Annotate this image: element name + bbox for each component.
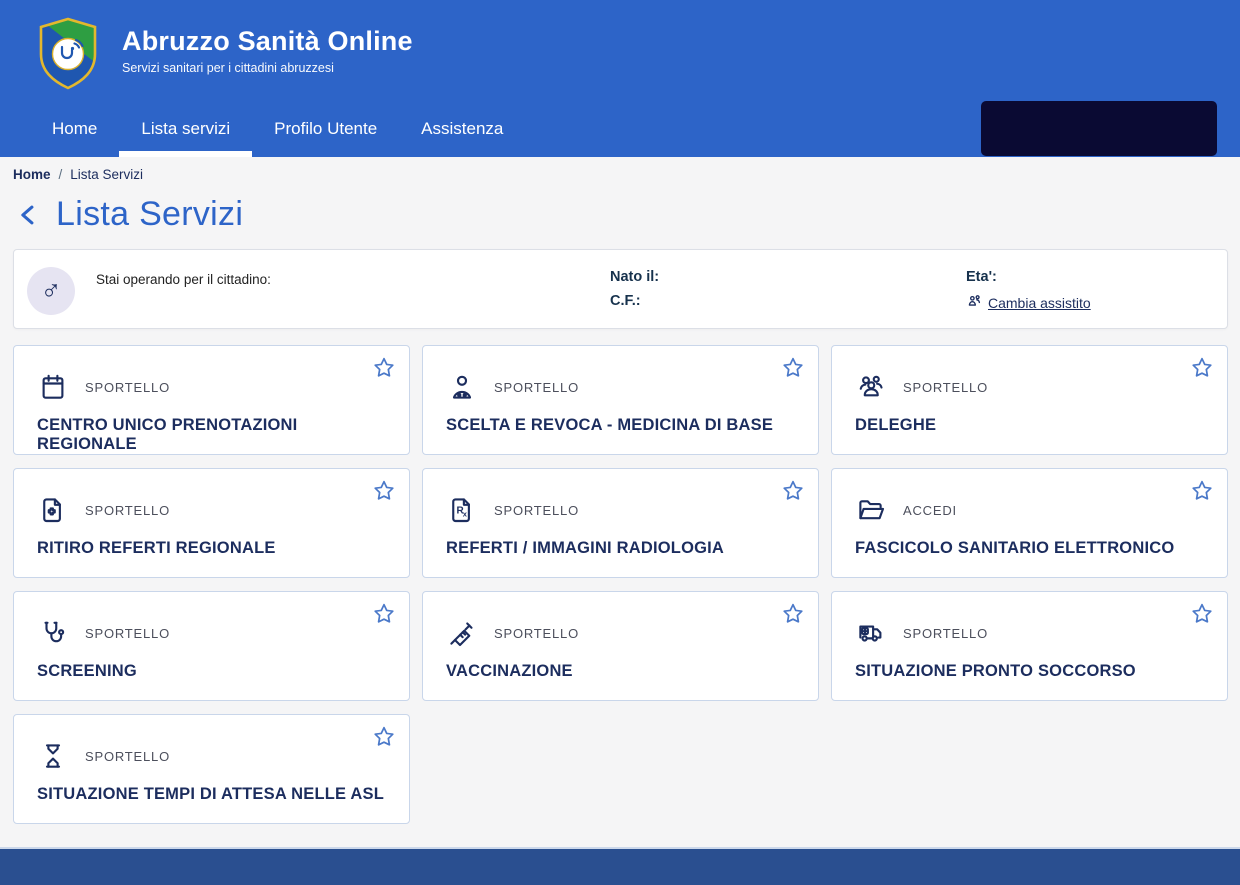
breadcrumb-home-link[interactable]: Home	[13, 167, 51, 182]
service-card-cup-regionale[interactable]: SPORTELLO CENTRO UNICO PRENOTAZIONI REGI…	[13, 345, 410, 455]
service-tag: SPORTELLO	[903, 626, 988, 641]
fiscal-code-label: C.F.:	[610, 293, 966, 309]
breadcrumb: Home / Lista Servizi	[13, 167, 1228, 182]
nav-item-home[interactable]: Home	[30, 100, 119, 157]
people-switch-icon	[966, 293, 983, 313]
page-title-row: Lista Servizi	[13, 195, 1228, 234]
service-title: SCELTA E REVOCA - MEDICINA DI BASE	[446, 416, 795, 435]
favorite-star-icon[interactable]	[369, 476, 399, 506]
operating-for-label: Stai operando per il cittadino:	[96, 272, 610, 287]
male-gender-icon: ♂	[41, 277, 62, 305]
service-title: SITUAZIONE TEMPI DI ATTESA NELLE ASL	[37, 785, 386, 804]
nav-item-lista-servizi[interactable]: Lista servizi	[119, 100, 252, 157]
born-on-label: Nato il:	[610, 269, 966, 285]
service-tag: SPORTELLO	[85, 380, 170, 395]
citizen-birth-cf-column: Nato il: C.F.:	[610, 269, 966, 309]
service-card-ritiro-referti[interactable]: SPORTELLO RITIRO REFERTI REGIONALE	[13, 468, 410, 578]
user-account-chip[interactable]	[981, 101, 1217, 156]
favorite-star-icon[interactable]	[1187, 353, 1217, 383]
service-card-tempi-attesa[interactable]: SPORTELLO SITUAZIONE TEMPI DI ATTESA NEL…	[13, 714, 410, 824]
service-title: FASCICOLO SANITARIO ELETTRONICO	[855, 539, 1204, 558]
hourglass-icon	[37, 740, 69, 772]
service-tag: SPORTELLO	[494, 626, 579, 641]
service-title: CENTRO UNICO PRENOTAZIONI REGIONALE	[37, 416, 386, 454]
favorite-star-icon[interactable]	[369, 722, 399, 752]
favorite-star-icon[interactable]	[778, 599, 808, 629]
service-tag: SPORTELLO	[85, 626, 170, 641]
open-folder-icon	[855, 494, 887, 526]
service-tag: SPORTELLO	[494, 503, 579, 518]
service-title: SCREENING	[37, 662, 386, 681]
service-title: REFERTI / IMMAGINI RADIOLOGIA	[446, 539, 795, 558]
service-tag: SPORTELLO	[85, 749, 170, 764]
page-title: Lista Servizi	[56, 195, 243, 234]
citizen-panel: ♂ Stai operando per il cittadino: Nato i…	[13, 249, 1228, 329]
svg-text:x: x	[463, 509, 468, 518]
medical-document-icon	[37, 494, 69, 526]
favorite-star-icon[interactable]	[1187, 476, 1217, 506]
service-title: DELEGHE	[855, 416, 1204, 435]
app-header: Abruzzo Sanità Online Servizi sanitari p…	[0, 0, 1240, 157]
doctor-icon	[446, 371, 478, 403]
age-label: Eta':	[966, 269, 1207, 285]
favorite-star-icon[interactable]	[778, 476, 808, 506]
service-card-fascicolo-sanitario[interactable]: ACCEDI FASCICOLO SANITARIO ELETTRONICO	[831, 468, 1228, 578]
service-card-pronto-soccorso[interactable]: SPORTELLO SITUAZIONE PRONTO SOCCORSO	[831, 591, 1228, 701]
service-title: SITUAZIONE PRONTO SOCCORSO	[855, 662, 1204, 681]
brand-text: Abruzzo Sanità Online Servizi sanitari p…	[122, 26, 413, 75]
syringe-icon	[446, 617, 478, 649]
service-title: VACCINAZIONE	[446, 662, 795, 681]
service-title: RITIRO REFERTI REGIONALE	[37, 539, 386, 558]
calendar-icon	[37, 371, 69, 403]
service-tag: SPORTELLO	[903, 380, 988, 395]
service-card-screening[interactable]: SPORTELLO SCREENING	[13, 591, 410, 701]
service-card-scelta-revoca[interactable]: SPORTELLO SCELTA E REVOCA - MEDICINA DI …	[422, 345, 819, 455]
service-card-vaccinazione[interactable]: SPORTELLO VACCINAZIONE	[422, 591, 819, 701]
ambulance-icon	[855, 617, 887, 649]
favorite-star-icon[interactable]	[369, 599, 399, 629]
citizen-age-column: Eta': Cambia assistito	[966, 269, 1207, 313]
service-card-referti-radiologia[interactable]: R x SPORTELLO REFERTI / IMMAGINI RADIOLO…	[422, 468, 819, 578]
app-subtitle: Servizi sanitari per i cittadini abruzze…	[122, 61, 413, 75]
favorite-star-icon[interactable]	[1187, 599, 1217, 629]
breadcrumb-separator: /	[59, 167, 63, 182]
app-footer	[0, 847, 1240, 885]
service-tag: ACCEDI	[903, 503, 957, 518]
service-tag: SPORTELLO	[85, 503, 170, 518]
favorite-star-icon[interactable]	[778, 353, 808, 383]
app-logo-shield-icon[interactable]	[36, 16, 100, 92]
services-grid: SPORTELLO CENTRO UNICO PRENOTAZIONI REGI…	[13, 345, 1228, 824]
main-content: Home / Lista Servizi Lista Servizi ♂ Sta…	[0, 157, 1240, 847]
avatar: ♂	[27, 267, 75, 315]
change-assisted-link[interactable]: Cambia assistito	[966, 293, 1091, 313]
breadcrumb-current: Lista Servizi	[70, 167, 143, 182]
app-title: Abruzzo Sanità Online	[122, 26, 413, 57]
brand-row: Abruzzo Sanità Online Servizi sanitari p…	[0, 0, 1240, 100]
people-group-icon	[855, 371, 887, 403]
nav-item-assistenza[interactable]: Assistenza	[399, 100, 525, 157]
favorite-star-icon[interactable]	[369, 353, 399, 383]
rx-document-icon: R x	[446, 494, 478, 526]
service-card-deleghe[interactable]: SPORTELLO DELEGHE	[831, 345, 1228, 455]
main-nav: Home Lista servizi Profilo Utente Assist…	[0, 100, 1240, 157]
nav-item-profilo-utente[interactable]: Profilo Utente	[252, 100, 399, 157]
service-tag: SPORTELLO	[494, 380, 579, 395]
change-assisted-label: Cambia assistito	[988, 295, 1091, 311]
stethoscope-icon	[37, 617, 69, 649]
chevron-left-icon[interactable]	[15, 200, 42, 230]
